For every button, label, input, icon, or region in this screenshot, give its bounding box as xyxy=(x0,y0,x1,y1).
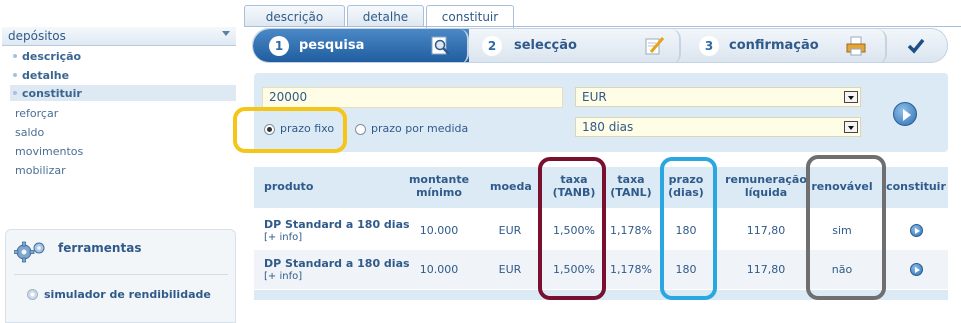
product-name: DP Standard a 180 dias xyxy=(264,257,410,270)
step-number: 1 xyxy=(269,36,289,56)
pen-paper-icon xyxy=(645,37,665,55)
bullet-icon xyxy=(13,54,17,58)
chevron-down-icon xyxy=(222,31,230,36)
step-number: 3 xyxy=(699,36,719,56)
sidebar: depósitos descrição detalhe constituir r… xyxy=(0,0,238,323)
term-value: 180 dias xyxy=(582,120,634,134)
tab-baseline xyxy=(244,26,961,27)
step-label-confirmacao: confirmação xyxy=(729,38,819,53)
cell-montante: 10.000 xyxy=(419,224,459,237)
tools-panel: ferramentas simulador de rendibilidade xyxy=(5,229,236,323)
step-divider xyxy=(877,29,887,62)
step-divider xyxy=(459,29,469,62)
step-label-seleccao: selecção xyxy=(514,38,577,53)
sidebar-item-label: constituir xyxy=(22,87,82,100)
col-header-produto: produto xyxy=(264,180,314,193)
sidebar-link-mobilizar[interactable]: mobilizar xyxy=(15,164,66,177)
divider xyxy=(14,274,228,275)
cell-montante: 10.000 xyxy=(419,263,459,276)
highlight-ring-maroon xyxy=(538,157,606,300)
cell-tanl: 1,178% xyxy=(610,224,652,237)
tools-title: ferramentas xyxy=(58,241,142,255)
cell-remuneracao: 117,80 xyxy=(746,224,786,237)
cell-moeda: EUR xyxy=(498,224,522,237)
cell-remuneracao: 117,80 xyxy=(746,263,786,276)
radio-label-prazo-por-medida: prazo por medida xyxy=(371,122,469,135)
printer-icon xyxy=(846,36,866,56)
col-header-remuneracao: remuneração líquida xyxy=(725,173,807,199)
sidebar-item-descricao[interactable]: descrição xyxy=(10,48,236,64)
highlight-ring-blue xyxy=(660,157,717,300)
constituir-button[interactable] xyxy=(910,224,923,237)
currency-select[interactable]: EUR xyxy=(575,87,861,107)
sidebar-item-label: detalhe xyxy=(22,69,70,82)
currency-value: EUR xyxy=(582,90,607,104)
col-header-tanl: taxa (TANL) xyxy=(610,173,652,199)
col-header-constituir: constituir xyxy=(886,180,946,193)
sidebar-link-reforcar[interactable]: reforçar xyxy=(15,107,58,120)
dropdown-arrow-icon xyxy=(844,91,858,103)
cell-tanl: 1,178% xyxy=(610,263,652,276)
section-header-depositos[interactable]: depósitos xyxy=(2,27,236,46)
col-header-moeda: moeda xyxy=(490,180,532,193)
more-info-link[interactable]: [+ info] xyxy=(264,232,302,243)
more-info-link[interactable]: [+ info] xyxy=(264,271,302,282)
constituir-button[interactable] xyxy=(910,263,923,276)
wizard-steps: 1 pesquisa 2 selecção 3 confirmação xyxy=(252,28,948,63)
simulator-link[interactable]: simulador de rendibilidade xyxy=(44,288,211,301)
sidebar-link-saldo[interactable]: saldo xyxy=(15,126,44,139)
highlight-ring-yellow xyxy=(233,107,347,153)
gears-icon xyxy=(14,241,45,263)
tab-descricao[interactable]: descrição xyxy=(244,5,345,27)
step-divider xyxy=(671,29,681,62)
search-go-button[interactable] xyxy=(893,102,917,126)
sidebar-item-label: descrição xyxy=(22,50,82,63)
tab-constituir[interactable]: constituir xyxy=(426,5,514,28)
radio-prazo-por-medida[interactable] xyxy=(355,124,366,135)
dropdown-arrow-icon xyxy=(844,121,858,133)
search-form-panel xyxy=(254,73,948,152)
magnifier-icon xyxy=(431,36,450,55)
cell-moeda: EUR xyxy=(498,263,522,276)
checkmark-icon xyxy=(907,38,925,54)
amount-input[interactable]: 20000 xyxy=(262,87,563,108)
col-header-montante: montante mínimo xyxy=(408,173,470,199)
bullet-icon xyxy=(13,73,17,77)
step-number: 2 xyxy=(482,36,502,56)
section-title: depósitos xyxy=(8,29,66,43)
term-select[interactable]: 180 dias xyxy=(575,117,861,137)
product-name: DP Standard a 180 dias xyxy=(264,218,410,231)
bullet-icon xyxy=(13,91,17,95)
sidebar-item-constituir[interactable]: constituir xyxy=(10,85,236,101)
radio-bullet-icon xyxy=(27,289,38,300)
highlight-ring-gray xyxy=(806,155,886,300)
sidebar-link-movimentos[interactable]: movimentos xyxy=(15,145,83,158)
sidebar-item-detalhe[interactable]: detalhe xyxy=(10,67,236,83)
step-label-pesquisa: pesquisa xyxy=(299,38,365,53)
tab-detalhe[interactable]: detalhe xyxy=(347,5,424,27)
